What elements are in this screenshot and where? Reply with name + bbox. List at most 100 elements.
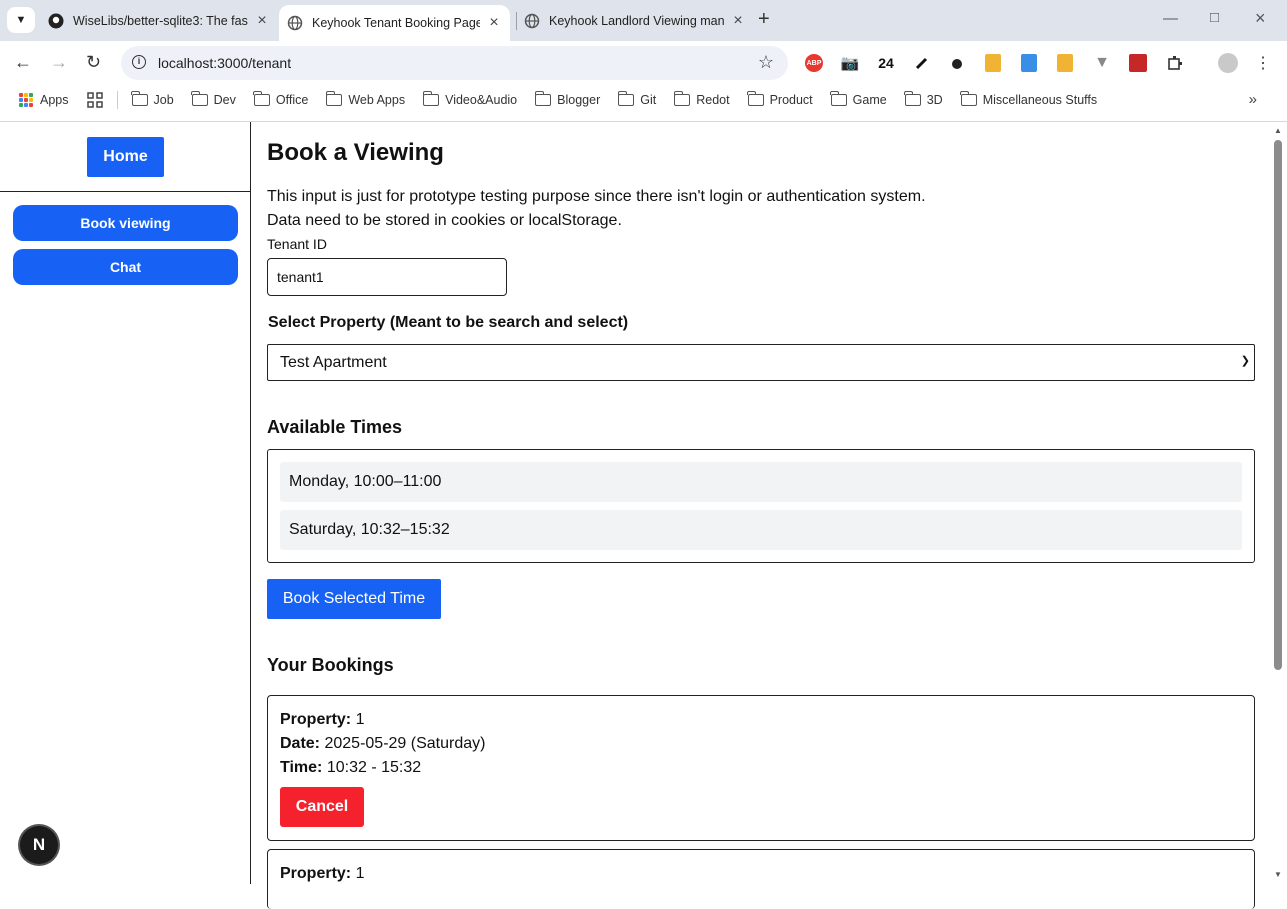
bookmark-label: Git [640, 93, 657, 107]
time-slot-list: Monday, 10:00–11:00 Saturday, 10:32–15:3… [267, 449, 1255, 563]
bookmark-blogger[interactable]: Blogger [534, 91, 601, 107]
globe-icon [287, 15, 303, 31]
sidebar-item-book-viewing[interactable]: Book viewing [13, 205, 238, 241]
bookmark-office[interactable]: Office [253, 91, 309, 107]
tenant-id-input[interactable]: tenant1 [267, 258, 507, 296]
select-property-label: Select Property (Meant to be search and … [268, 314, 629, 331]
adblock-icon[interactable]: ABP [805, 54, 823, 72]
tab-title: WiseLibs/better-sqlite3: The fas [73, 13, 248, 28]
site-info-icon[interactable]: i [132, 55, 146, 69]
home-button[interactable]: Home [87, 137, 164, 177]
address-bar[interactable]: i localhost:3000/tenant ☆ [121, 46, 788, 80]
bookmarks-bar: Apps Job Dev Office Web Apps Video&Audio… [0, 85, 1287, 115]
extensions-puzzle-icon[interactable] [1166, 54, 1184, 72]
bookmark-video-audio[interactable]: Video&Audio [422, 91, 518, 107]
bookmark-3d[interactable]: 3D [904, 91, 943, 107]
scrollbar-thumb[interactable] [1274, 140, 1282, 670]
scroll-down-icon[interactable]: ▼ [1274, 870, 1282, 879]
time-value: 10:32 - 15:32 [326, 759, 422, 776]
eyedropper-icon[interactable] [913, 54, 931, 72]
folder-icon [830, 91, 847, 106]
bookmark-game[interactable]: Game [830, 91, 887, 107]
property-label: Property: [280, 865, 352, 882]
bookmark-star-icon[interactable]: ☆ [758, 52, 774, 73]
date-value: 2025-05-29 (Saturday) [324, 735, 486, 752]
back-icon[interactable]: ← [14, 52, 32, 73]
your-bookings-heading: Your Bookings [267, 655, 394, 675]
folder-icon [422, 91, 440, 106]
bookmark-label: Blogger [557, 93, 601, 107]
folder-icon [673, 91, 691, 106]
tenant-id-label: Tenant ID [267, 236, 327, 252]
book-extension-icon[interactable] [985, 54, 1001, 72]
time-slot-saturday[interactable]: Saturday, 10:32–15:32 [280, 510, 1242, 550]
property-label: Property: [280, 711, 352, 728]
time-slot-monday[interactable]: Monday, 10:00–11:00 [280, 462, 1242, 502]
bookmark-label: Web Apps [348, 93, 406, 107]
property-value: 1 [355, 865, 365, 882]
bug-icon[interactable] [948, 54, 966, 72]
folder-icon [325, 91, 343, 106]
bookmark-product[interactable]: Product [747, 91, 813, 107]
red-extension-icon[interactable] [1129, 54, 1147, 72]
nextjs-dev-badge[interactable]: N [20, 826, 58, 864]
close-window-icon[interactable]: × [1255, 8, 1266, 29]
bookmark-label: 3D [926, 93, 943, 107]
property-value: 1 [355, 711, 365, 728]
minimize-icon[interactable]: — [1163, 10, 1178, 27]
vue-devtools-icon[interactable]: ▼ [1093, 54, 1111, 72]
tab-search-button[interactable]: ▼ [7, 7, 35, 33]
bookmark-label: Job [153, 93, 174, 107]
vertical-scrollbar[interactable]: ▲ ▼ [1271, 122, 1287, 884]
bookmark-redot[interactable]: Redot [673, 91, 730, 107]
apps-grid-icon [19, 93, 33, 107]
bookmark-apps[interactable]: Apps [19, 93, 69, 107]
close-tab-icon[interactable]: × [730, 12, 746, 30]
close-tab-icon[interactable]: × [486, 14, 502, 32]
date-label: Date: [280, 735, 321, 752]
folder-icon [960, 91, 977, 106]
folder-icon [131, 91, 148, 106]
book-selected-time-button[interactable]: Book Selected Time [267, 579, 441, 619]
maximize-icon[interactable]: □ [1210, 9, 1219, 26]
tab-better-sqlite3[interactable]: WiseLibs/better-sqlite3: The fas × [48, 0, 270, 41]
new-tab-icon[interactable]: + [758, 8, 770, 31]
menu-kebab-icon[interactable]: ⋮ [1255, 54, 1271, 72]
tab-landlord-viewing[interactable]: Keyhook Landlord Viewing man × [524, 0, 746, 41]
chevron-down-icon: ❯ [1240, 355, 1250, 367]
sidebar: Home Book viewing Chat N [0, 122, 251, 884]
tab-groups-icon[interactable] [86, 92, 103, 108]
reload-icon[interactable]: ↻ [86, 52, 101, 73]
bookmark-git[interactable]: Git [617, 91, 657, 107]
more-bookmarks-icon[interactable]: » [1249, 91, 1257, 108]
bookmark-misc[interactable]: Miscellaneous Stuffs [960, 91, 1097, 107]
bookmark-web-apps[interactable]: Web Apps [325, 91, 406, 107]
camera-icon[interactable]: 📷 [841, 54, 860, 72]
board-extension-icon[interactable] [1021, 54, 1037, 72]
folder-icon [617, 91, 635, 106]
booking-card: Property: 1 Date: 2025-05-29 (Saturday) … [267, 695, 1255, 841]
bookmark-label: Redot [696, 93, 730, 107]
url-text: localhost:3000/tenant [158, 55, 292, 71]
tab-tenant-booking[interactable]: Keyhook Tenant Booking Page × [279, 5, 510, 41]
folder-icon [534, 91, 552, 106]
bookmark-dev[interactable]: Dev [191, 91, 236, 107]
bookmark-label: Video&Audio [445, 93, 518, 107]
property-select[interactable]: Test Apartment ❯ [267, 344, 1255, 381]
github-icon [48, 13, 64, 28]
available-times-heading: Available Times [267, 417, 403, 437]
cancel-booking-button[interactable]: Cancel [280, 787, 364, 827]
book-extension-icon-2[interactable] [1057, 54, 1073, 72]
bookmark-label: Office [275, 93, 309, 107]
bookmark-job[interactable]: Job [131, 91, 174, 107]
page-title: Book a Viewing [267, 139, 444, 166]
booking-property-row: Property: 1 [280, 711, 364, 729]
sidebar-item-chat[interactable]: Chat [13, 249, 238, 285]
forward-icon[interactable]: → [50, 52, 68, 73]
extension-counter[interactable]: 24 [876, 54, 896, 72]
profile-avatar[interactable] [1218, 53, 1238, 73]
scroll-up-icon[interactable]: ▲ [1274, 126, 1282, 135]
close-tab-icon[interactable]: × [254, 12, 270, 30]
tab-title: Keyhook Landlord Viewing man [549, 13, 724, 28]
page-viewport: Home Book viewing Chat N Book a Viewing … [0, 121, 1287, 909]
